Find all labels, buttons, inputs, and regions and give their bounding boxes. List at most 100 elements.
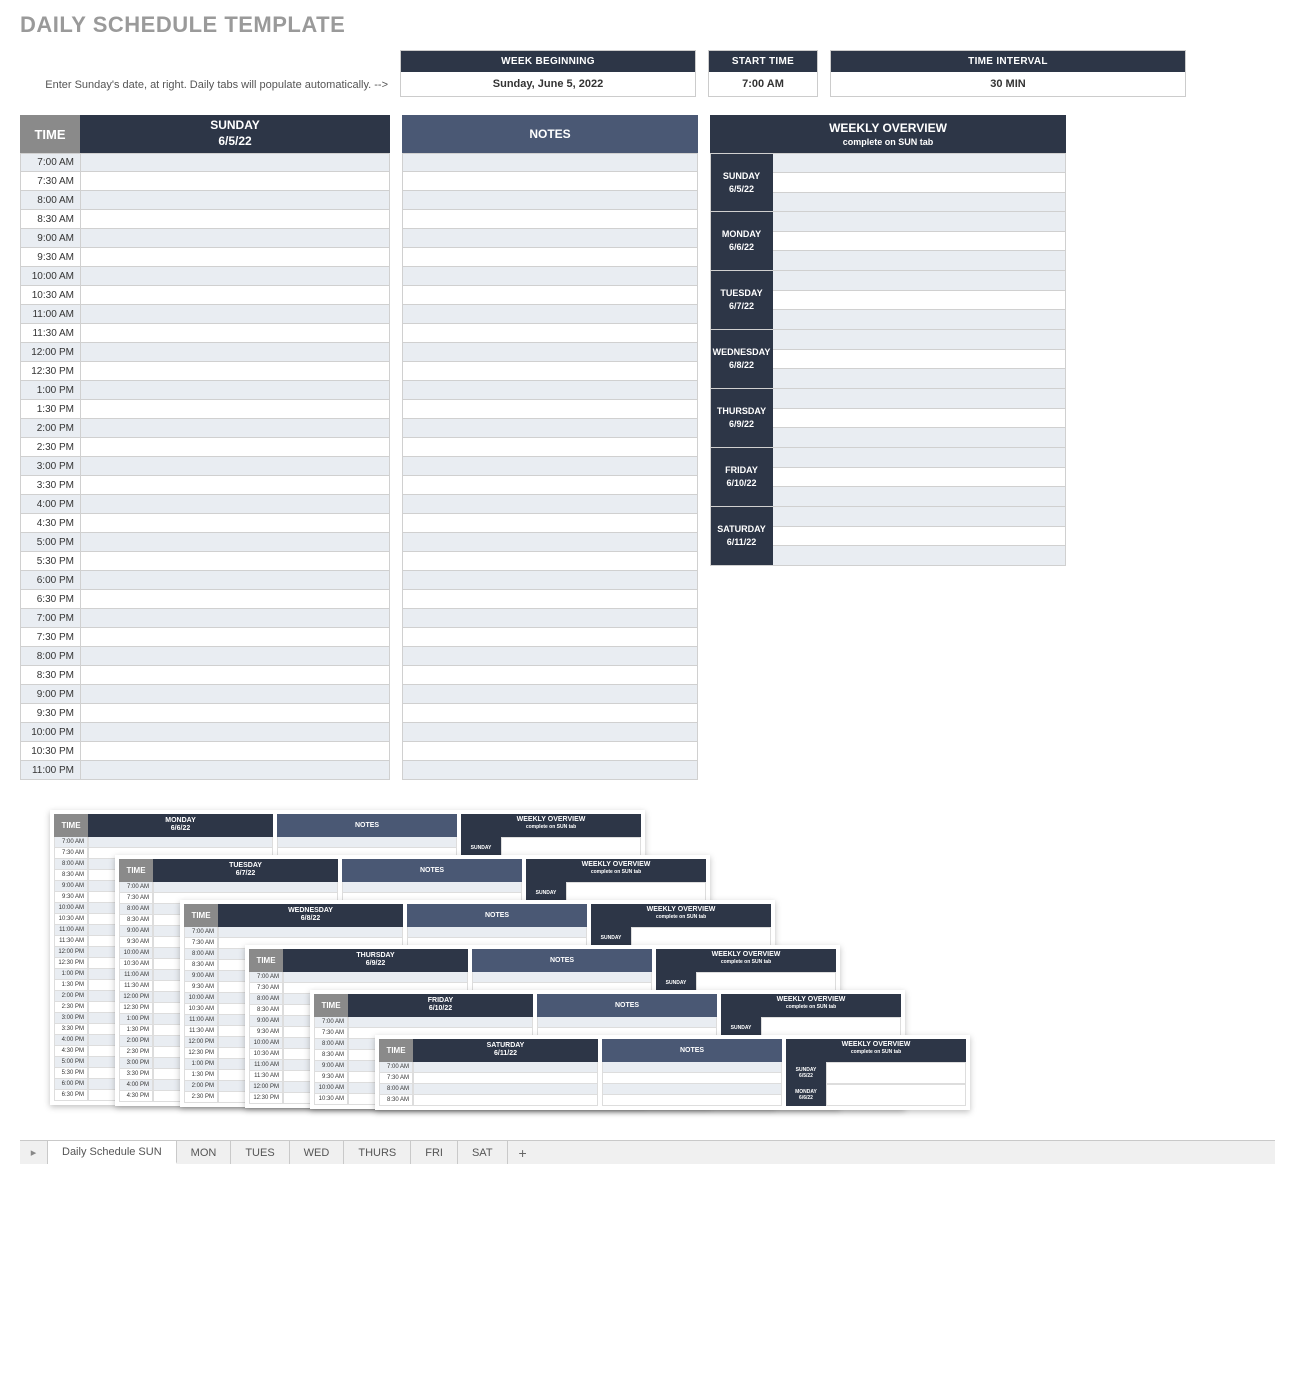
schedule-cell[interactable]	[81, 191, 389, 209]
schedule-cell[interactable]	[81, 647, 389, 665]
schedule-cell[interactable]	[81, 362, 389, 380]
notes-cell[interactable]	[403, 286, 697, 304]
overview-cell[interactable]	[773, 310, 1065, 329]
schedule-cell[interactable]	[81, 514, 389, 532]
notes-cell[interactable]	[403, 590, 697, 608]
schedule-cell[interactable]	[81, 229, 389, 247]
notes-cell[interactable]	[403, 267, 697, 285]
notes-row	[402, 742, 698, 761]
notes-cell[interactable]	[403, 172, 697, 190]
schedule-cell[interactable]	[81, 476, 389, 494]
notes-cell[interactable]	[403, 438, 697, 456]
notes-cell[interactable]	[403, 571, 697, 589]
add-sheet-button[interactable]: +	[508, 1141, 538, 1164]
overview-cell[interactable]	[773, 154, 1065, 173]
schedule-cell[interactable]	[81, 172, 389, 190]
sheet-tab-tues[interactable]: TUES	[231, 1141, 289, 1164]
notes-cell[interactable]	[403, 533, 697, 551]
schedule-cell[interactable]	[81, 761, 389, 779]
overview-cell[interactable]	[773, 251, 1065, 270]
schedule-cell[interactable]	[81, 305, 389, 323]
overview-cell[interactable]	[773, 330, 1065, 350]
schedule-cell[interactable]	[81, 457, 389, 475]
overview-cell[interactable]	[773, 232, 1065, 252]
schedule-cell[interactable]	[81, 628, 389, 646]
notes-cell[interactable]	[403, 723, 697, 741]
schedule-cell[interactable]	[81, 552, 389, 570]
overview-cell[interactable]	[773, 448, 1065, 468]
schedule-cell[interactable]	[81, 533, 389, 551]
schedule-cell[interactable]	[81, 400, 389, 418]
schedule-cell[interactable]	[81, 324, 389, 342]
notes-cell[interactable]	[403, 495, 697, 513]
notes-cell[interactable]	[403, 343, 697, 361]
overview-cell[interactable]	[773, 468, 1065, 488]
overview-cell[interactable]	[773, 507, 1065, 527]
schedule-cell[interactable]	[81, 381, 389, 399]
notes-cell[interactable]	[403, 476, 697, 494]
sheet-tab-wed[interactable]: WED	[290, 1141, 345, 1164]
schedule-cell[interactable]	[81, 343, 389, 361]
sheet-tab-fri[interactable]: FRI	[411, 1141, 458, 1164]
schedule-cell[interactable]	[81, 723, 389, 741]
schedule-cell[interactable]	[81, 495, 389, 513]
overview-cell[interactable]	[773, 193, 1065, 211]
notes-cell[interactable]	[403, 248, 697, 266]
notes-cell[interactable]	[403, 552, 697, 570]
schedule-cell[interactable]	[81, 685, 389, 703]
notes-cell[interactable]	[403, 419, 697, 437]
notes-cell[interactable]	[403, 154, 697, 171]
schedule-cell[interactable]	[81, 438, 389, 456]
schedule-cell[interactable]	[81, 154, 389, 171]
week-beginning-value[interactable]: Sunday, June 5, 2022	[401, 72, 695, 96]
schedule-cell[interactable]	[81, 666, 389, 684]
notes-cell[interactable]	[403, 229, 697, 247]
overview-cell[interactable]	[773, 369, 1065, 388]
notes-cell[interactable]	[403, 685, 697, 703]
overview-cell[interactable]	[773, 212, 1065, 232]
schedule-cell[interactable]	[81, 210, 389, 228]
overview-cell[interactable]	[773, 487, 1065, 506]
time-interval-value[interactable]: 30 MIN	[831, 72, 1185, 96]
notes-cell[interactable]	[403, 742, 697, 760]
schedule-cell[interactable]	[81, 571, 389, 589]
sheet-tab-sat[interactable]: SAT	[458, 1141, 508, 1164]
overview-cell[interactable]	[773, 350, 1065, 370]
overview-cell[interactable]	[773, 527, 1065, 547]
notes-cell[interactable]	[403, 666, 697, 684]
overview-cell[interactable]	[773, 409, 1065, 429]
schedule-cell[interactable]	[81, 704, 389, 722]
overview-cell[interactable]	[773, 291, 1065, 311]
notes-cell[interactable]	[403, 609, 697, 627]
notes-cell[interactable]	[403, 305, 697, 323]
start-time-value[interactable]: 7:00 AM	[709, 72, 817, 96]
tab-nav-icon[interactable]: ▸	[20, 1141, 48, 1164]
notes-cell[interactable]	[403, 514, 697, 532]
schedule-cell[interactable]	[81, 286, 389, 304]
schedule-cell[interactable]	[81, 742, 389, 760]
notes-cell[interactable]	[403, 628, 697, 646]
notes-cell[interactable]	[403, 400, 697, 418]
sheet-tab-daily-schedule-sun[interactable]: Daily Schedule SUN	[48, 1141, 177, 1164]
overview-cell[interactable]	[773, 428, 1065, 447]
notes-cell[interactable]	[403, 761, 697, 779]
notes-cell[interactable]	[403, 362, 697, 380]
schedule-cell[interactable]	[81, 267, 389, 285]
sheet-tab-mon[interactable]: MON	[177, 1141, 232, 1164]
notes-cell[interactable]	[403, 457, 697, 475]
overview-cell[interactable]	[773, 546, 1065, 565]
notes-cell[interactable]	[403, 381, 697, 399]
schedule-cell[interactable]	[81, 590, 389, 608]
overview-cell[interactable]	[773, 271, 1065, 291]
overview-cell[interactable]	[773, 173, 1065, 192]
notes-cell[interactable]	[403, 704, 697, 722]
notes-cell[interactable]	[403, 647, 697, 665]
notes-cell[interactable]	[403, 210, 697, 228]
sheet-tab-thurs[interactable]: THURS	[344, 1141, 411, 1164]
overview-cell[interactable]	[773, 389, 1065, 409]
notes-cell[interactable]	[403, 191, 697, 209]
schedule-cell[interactable]	[81, 248, 389, 266]
notes-cell[interactable]	[403, 324, 697, 342]
schedule-cell[interactable]	[81, 609, 389, 627]
schedule-cell[interactable]	[81, 419, 389, 437]
